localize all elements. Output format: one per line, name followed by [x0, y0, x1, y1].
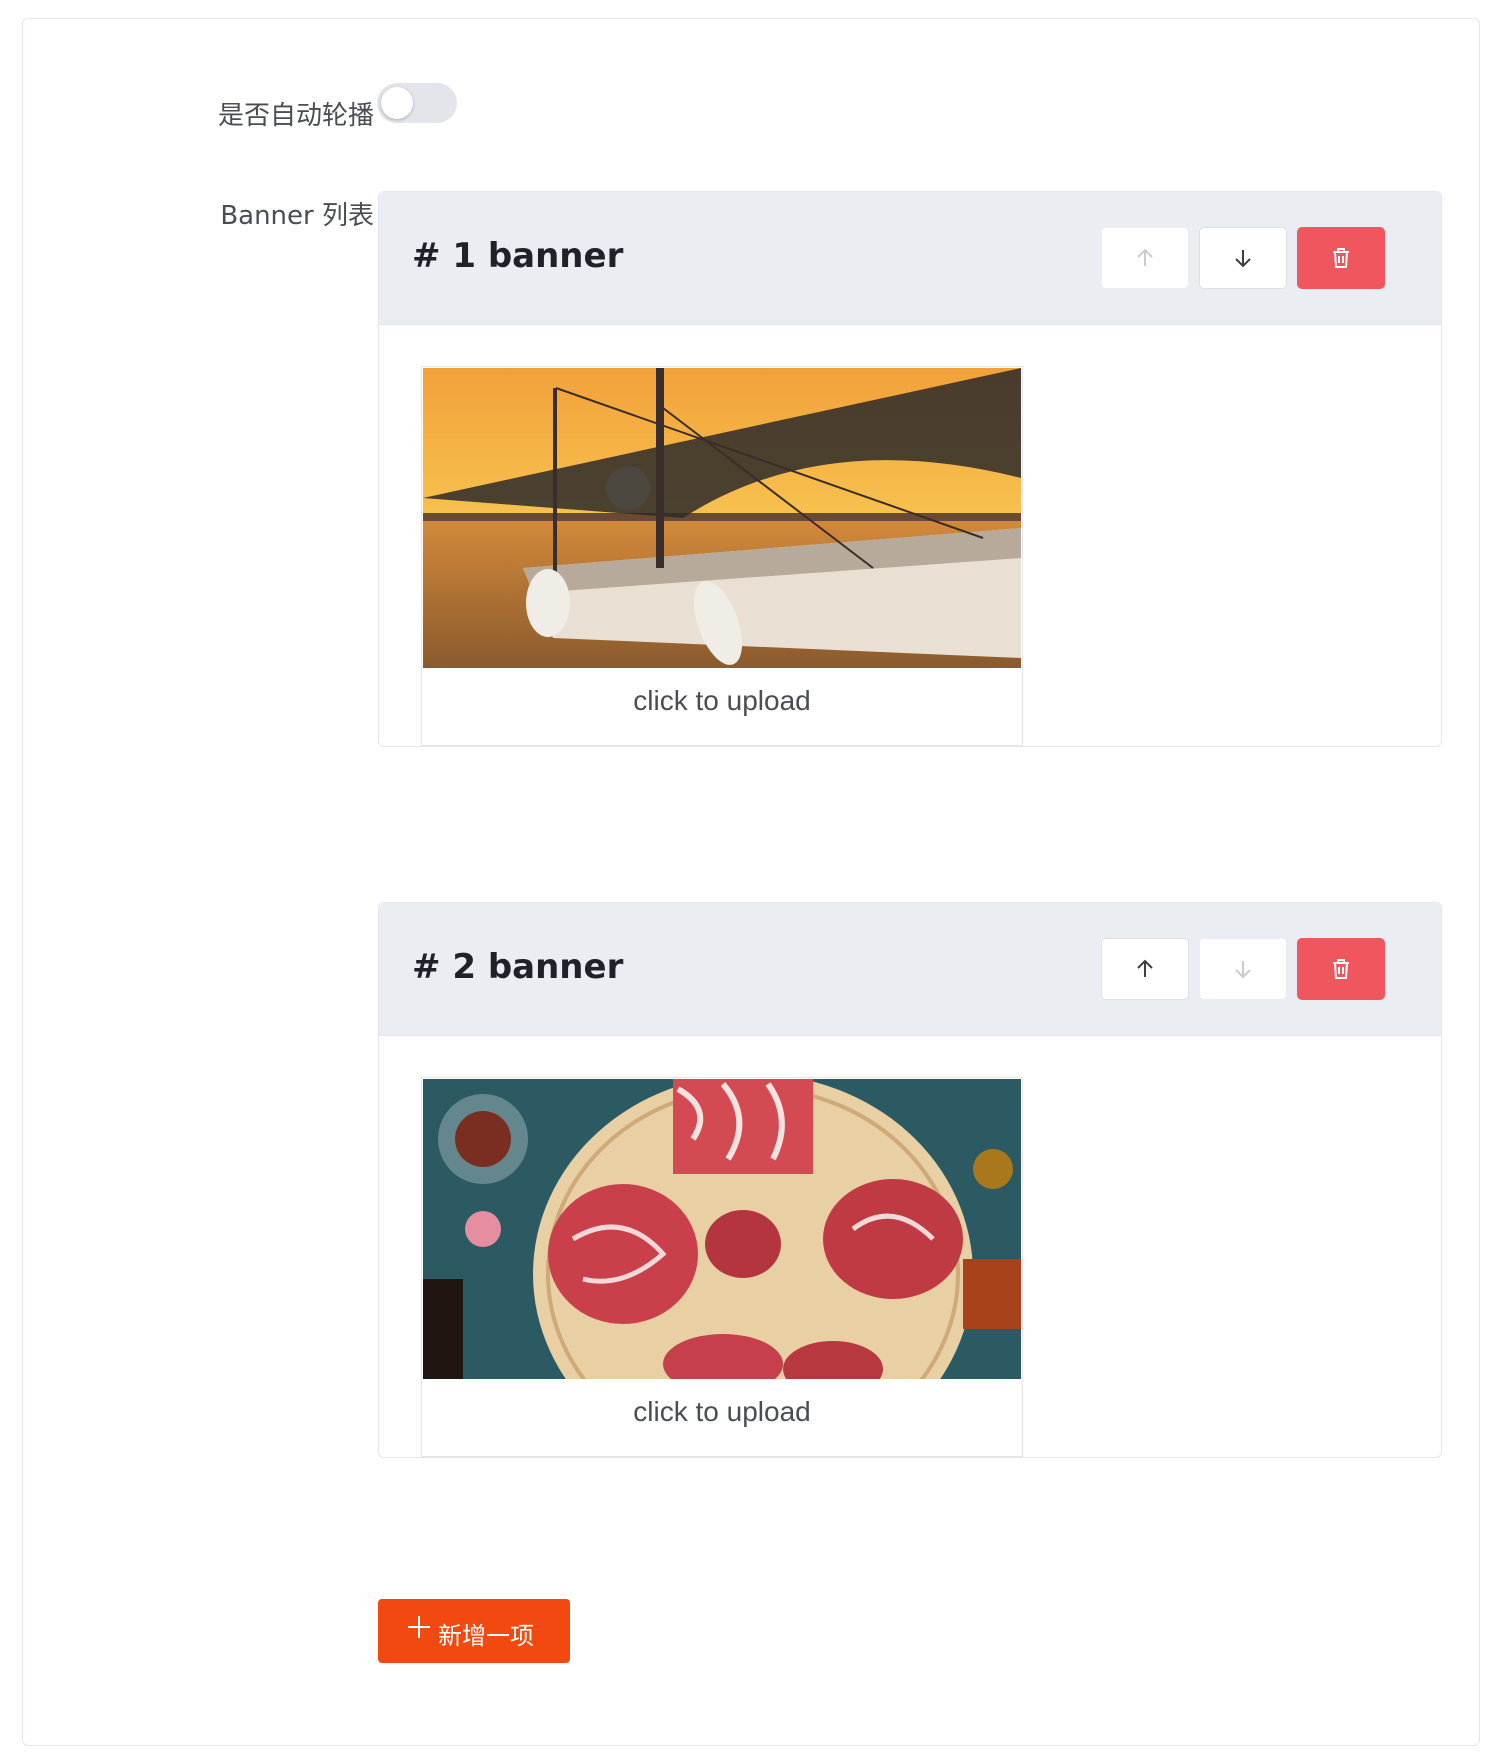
- banner-title: # 1 banner: [412, 236, 624, 276]
- trash-icon: [1333, 959, 1349, 979]
- image-upload[interactable]: click to upload: [421, 1077, 1023, 1457]
- autoplay-toggle[interactable]: [377, 83, 457, 123]
- move-up-button[interactable]: [1101, 938, 1189, 1000]
- add-item-label: 新增一项: [438, 1622, 534, 1650]
- arrow-up-icon: [1137, 248, 1153, 266]
- arrow-down-icon: [1235, 961, 1251, 979]
- banner-panel-2: # 2 banner click to upload: [378, 902, 1442, 1458]
- banner-list-label: Banner 列表: [220, 201, 374, 231]
- arrow-down-icon: [1235, 250, 1251, 268]
- banner-title: # 2 banner: [412, 947, 624, 987]
- move-up-button[interactable]: [1101, 227, 1189, 289]
- trash-icon: [1333, 248, 1349, 268]
- banner-panel-header: # 2 banner: [379, 903, 1441, 1036]
- arrow-up-icon: [1137, 959, 1153, 977]
- toggle-knob: [381, 87, 413, 119]
- autoplay-label: 是否自动轮播: [217, 101, 374, 131]
- move-down-button[interactable]: [1199, 938, 1287, 1000]
- banner-image: [423, 368, 1021, 668]
- upload-caption: click to upload: [633, 1396, 811, 1427]
- settings-card: 是否自动轮播 Banner 列表 # 1 banner click to upl…: [22, 18, 1480, 1746]
- image-upload[interactable]: click to upload: [421, 366, 1023, 746]
- add-item-button[interactable]: 新增一项: [378, 1599, 570, 1663]
- banner-panel-1: # 1 banner click to upload: [378, 191, 1442, 747]
- plus-icon: [408, 1616, 430, 1638]
- banner-image: [423, 1079, 1021, 1379]
- delete-button[interactable]: [1297, 938, 1385, 1000]
- move-down-button[interactable]: [1199, 227, 1287, 289]
- banner-panel-header: # 1 banner: [379, 192, 1441, 325]
- delete-button[interactable]: [1297, 227, 1385, 289]
- upload-caption: click to upload: [633, 685, 811, 716]
